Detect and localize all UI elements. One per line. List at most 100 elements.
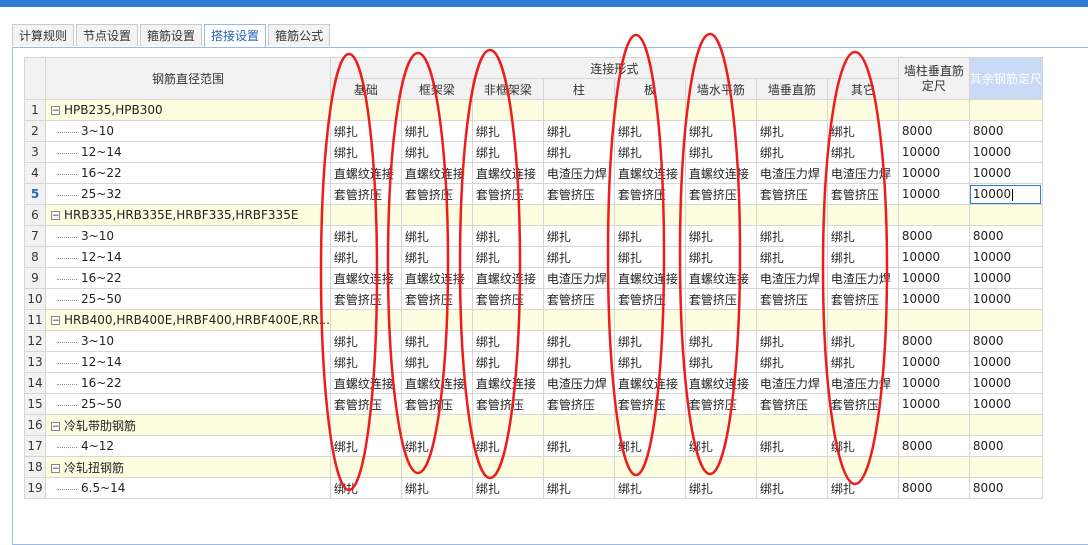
- connection-cell[interactable]: 绑扎: [613, 141, 686, 163]
- connection-cell[interactable]: 套管挤压: [542, 183, 615, 205]
- row-number[interactable]: 6: [24, 204, 46, 226]
- connection-cell[interactable]: 电渣压力焊: [826, 267, 899, 289]
- connection-cell[interactable]: [826, 204, 899, 226]
- other-length-cell[interactable]: [968, 309, 1043, 331]
- connection-cell[interactable]: [329, 414, 402, 436]
- column-header-5[interactable]: 板: [613, 78, 686, 100]
- connection-cell[interactable]: [400, 414, 473, 436]
- connection-cell[interactable]: 套管挤压: [826, 393, 899, 415]
- group-name-cell[interactable]: − 冷轧扭钢筋: [45, 456, 331, 478]
- other-length-cell[interactable]: 10000: [968, 372, 1043, 394]
- group-name-cell[interactable]: − HPB235,HPB300: [45, 99, 331, 121]
- wall-column-length-cell[interactable]: 10000: [897, 162, 970, 184]
- connection-cell[interactable]: 绑扎: [755, 141, 828, 163]
- connection-cell[interactable]: 套管挤压: [613, 393, 686, 415]
- connection-cell[interactable]: [826, 414, 899, 436]
- wall-column-length-cell[interactable]: 8000: [897, 330, 970, 352]
- column-header-2[interactable]: 框架梁: [400, 78, 473, 100]
- connection-cell[interactable]: 电渣压力焊: [542, 267, 615, 289]
- connection-cell[interactable]: 绑扎: [684, 225, 757, 247]
- tab-5[interactable]: 箍筋公式: [268, 24, 331, 46]
- group-name-cell[interactable]: − HRB335,HRB335E,HRBF335,HRBF335E: [45, 204, 331, 226]
- wall-column-length-cell[interactable]: 8000: [897, 477, 970, 499]
- collapse-icon[interactable]: −: [51, 316, 60, 326]
- connection-cell[interactable]: 套管挤压: [400, 288, 473, 310]
- wall-column-length-cell[interactable]: 10000: [897, 246, 970, 268]
- connection-cell[interactable]: 直螺纹连接: [329, 162, 402, 184]
- connection-cell[interactable]: 绑扎: [329, 477, 402, 499]
- connection-cell[interactable]: [755, 204, 828, 226]
- group-name-cell[interactable]: − 冷轧带肋钢筋: [45, 414, 331, 436]
- connection-cell[interactable]: 绑扎: [826, 120, 899, 142]
- connection-cell[interactable]: [542, 204, 615, 226]
- row-number[interactable]: 15: [24, 393, 46, 415]
- other-length-cell[interactable]: [968, 204, 1043, 226]
- row-number[interactable]: 7: [24, 225, 46, 247]
- wall-column-length-cell[interactable]: 8000: [897, 120, 970, 142]
- other-length-cell[interactable]: 10000: [968, 351, 1043, 373]
- row-number[interactable]: 10: [24, 288, 46, 310]
- connection-cell[interactable]: 电渣压力焊: [755, 267, 828, 289]
- connection-cell[interactable]: [329, 204, 402, 226]
- connection-cell[interactable]: 套管挤压: [826, 183, 899, 205]
- connection-cell[interactable]: 直螺纹连接: [613, 267, 686, 289]
- connection-cell[interactable]: 绑扎: [755, 477, 828, 499]
- connection-cell[interactable]: 直螺纹连接: [400, 267, 473, 289]
- connection-cell[interactable]: 电渣压力焊: [826, 372, 899, 394]
- wall-column-length-cell[interactable]: 8000: [897, 435, 970, 457]
- editing-length-cell[interactable]: 10000: [968, 183, 1043, 205]
- range-cell[interactable]: 16~22: [45, 267, 331, 289]
- connection-cell[interactable]: 套管挤压: [755, 183, 828, 205]
- other-length-cell[interactable]: 8000: [968, 120, 1043, 142]
- connection-cell[interactable]: [329, 456, 402, 478]
- connection-cell[interactable]: [542, 99, 615, 121]
- connection-cell[interactable]: [755, 309, 828, 331]
- row-number[interactable]: 3: [24, 141, 46, 163]
- range-cell[interactable]: 4~12: [45, 435, 331, 457]
- connection-cell[interactable]: [684, 414, 757, 436]
- connection-cell[interactable]: [755, 99, 828, 121]
- connection-cell[interactable]: 套管挤压: [826, 288, 899, 310]
- range-cell[interactable]: 12~14: [45, 141, 331, 163]
- collapse-icon[interactable]: −: [51, 463, 60, 473]
- wall-column-length-cell[interactable]: 10000: [897, 183, 970, 205]
- other-length-cell[interactable]: [968, 456, 1043, 478]
- connection-cell[interactable]: 绑扎: [471, 141, 544, 163]
- range-cell[interactable]: 3~10: [45, 330, 331, 352]
- connection-cell[interactable]: 套管挤压: [613, 288, 686, 310]
- wall-column-length-cell[interactable]: 10000: [897, 267, 970, 289]
- column-header-4[interactable]: 柱: [542, 78, 615, 100]
- connection-cell[interactable]: 电渣压力焊: [542, 372, 615, 394]
- connection-cell[interactable]: 直螺纹连接: [400, 162, 473, 184]
- connection-cell[interactable]: 绑扎: [329, 435, 402, 457]
- row-number[interactable]: 11: [24, 309, 46, 331]
- connection-cell[interactable]: [471, 456, 544, 478]
- row-number[interactable]: 1: [24, 99, 46, 121]
- connection-cell[interactable]: 绑扎: [400, 351, 473, 373]
- connection-cell[interactable]: 套管挤压: [755, 393, 828, 415]
- tab-3[interactable]: 箍筋设置: [140, 24, 203, 46]
- wall-column-length-cell[interactable]: 10000: [897, 372, 970, 394]
- other-length-cell[interactable]: [968, 99, 1043, 121]
- connection-cell[interactable]: 绑扎: [684, 246, 757, 268]
- connection-cell[interactable]: [471, 204, 544, 226]
- other-length-cell[interactable]: 10000: [968, 246, 1043, 268]
- wall-column-length-cell[interactable]: 8000: [897, 225, 970, 247]
- other-length-cell[interactable]: 10000: [968, 393, 1043, 415]
- connection-cell[interactable]: 绑扎: [471, 351, 544, 373]
- row-number[interactable]: 13: [24, 351, 46, 373]
- tab-1[interactable]: 计算规则: [12, 24, 75, 46]
- connection-cell[interactable]: 绑扎: [613, 246, 686, 268]
- connection-cell[interactable]: 绑扎: [329, 225, 402, 247]
- connection-cell[interactable]: 电渣压力焊: [542, 162, 615, 184]
- connection-cell[interactable]: 绑扎: [542, 351, 615, 373]
- connection-cell[interactable]: 绑扎: [542, 330, 615, 352]
- connection-cell[interactable]: 绑扎: [400, 225, 473, 247]
- connection-cell[interactable]: 绑扎: [329, 141, 402, 163]
- range-cell[interactable]: 16~22: [45, 372, 331, 394]
- connection-cell[interactable]: 电渣压力焊: [826, 162, 899, 184]
- range-cell[interactable]: 25~32: [45, 183, 331, 205]
- range-cell[interactable]: 12~14: [45, 246, 331, 268]
- connection-cell[interactable]: 绑扎: [542, 225, 615, 247]
- connection-cell[interactable]: 绑扎: [329, 330, 402, 352]
